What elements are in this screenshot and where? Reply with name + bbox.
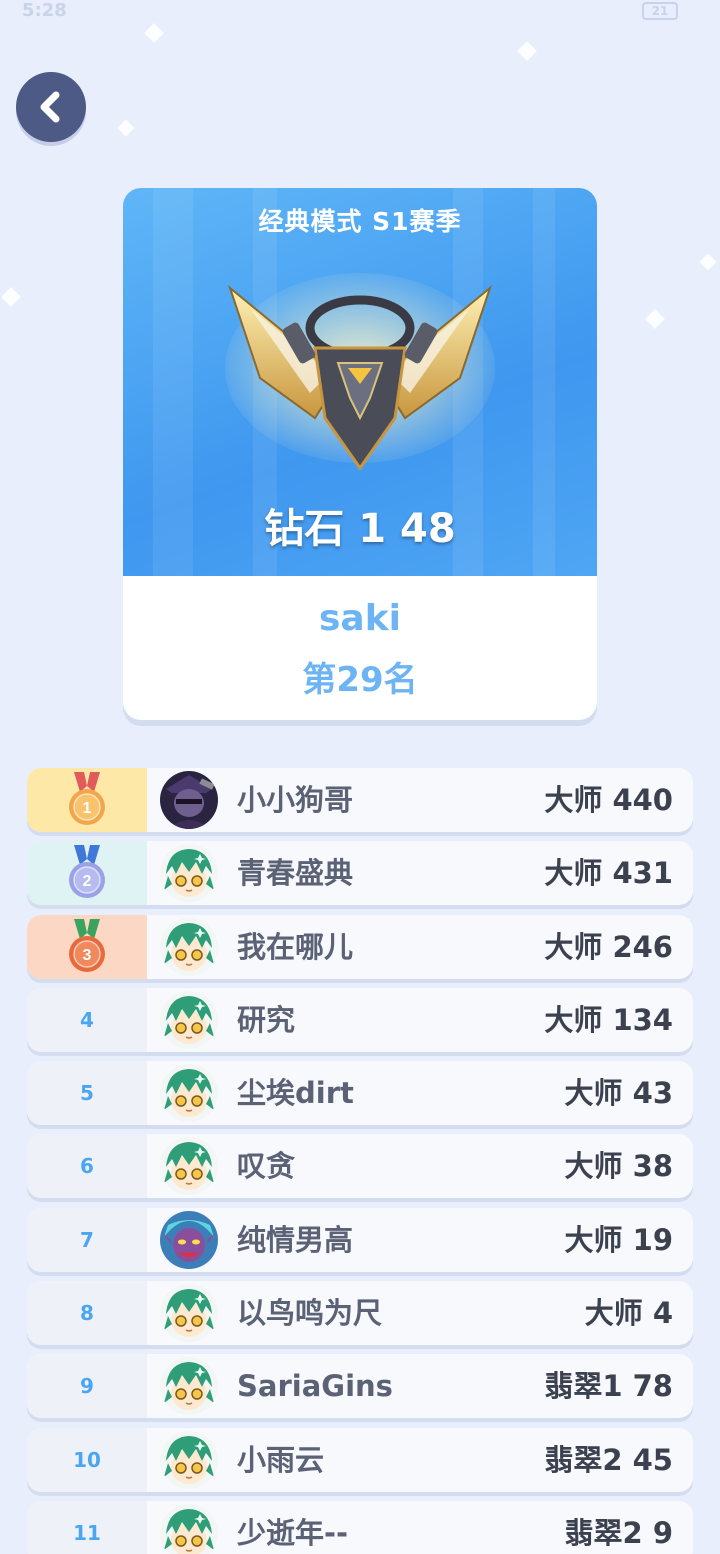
player-rank-score: 翡翠2 45 (544, 1442, 673, 1477)
rank-number: 6 (80, 1154, 94, 1179)
avatar[interactable] (160, 1137, 218, 1196)
svg-text:3: 3 (83, 947, 92, 964)
sparkle-decoration (645, 309, 665, 329)
avatar[interactable] (160, 1064, 218, 1123)
diamond-rank-emblem-icon (225, 273, 495, 471)
avatar[interactable] (160, 1357, 218, 1416)
leaderboard-list: 1 小小狗哥 大师 440 2 青春盛典 大师 431 3 我在哪儿 大师 246 4 研究 大师 1… (27, 768, 693, 1554)
rank-number: 10 (73, 1447, 101, 1472)
player-nickname: 尘埃dirt (237, 1076, 354, 1111)
leaderboard-row[interactable]: 8 以鸟鸣为尺 大师 4 (27, 1281, 693, 1346)
rank-cell: 2 (27, 841, 147, 906)
player-nickname: 以鸟鸣为尺 (237, 1296, 383, 1331)
player-rank-score: 大师 4 (584, 1296, 673, 1331)
player-nickname: 叹贪 (237, 1149, 296, 1184)
svg-text:2: 2 (83, 873, 92, 890)
player-name: saki (318, 598, 401, 639)
player-rank-score: 大师 19 (564, 1222, 673, 1257)
avatar-green-hair-icon (160, 1064, 218, 1123)
rank-number: 8 (80, 1301, 94, 1326)
svg-text:1: 1 (83, 800, 92, 817)
player-nickname: 小雨云 (237, 1442, 325, 1477)
player-nickname: 我在哪儿 (237, 929, 354, 964)
back-button[interactable] (16, 72, 86, 142)
rank-tier: 钻石 1 48 (264, 506, 456, 552)
player-rank-score: 大师 440 (544, 783, 673, 817)
avatar-demon-icon (160, 1210, 218, 1269)
sparkle-decoration (517, 41, 537, 61)
avatar[interactable] (160, 1284, 218, 1343)
leaderboard-row[interactable]: 10 小雨云 翡翠2 45 (27, 1427, 693, 1492)
avatar-green-hair-icon (160, 917, 218, 976)
avatar-green-hair-icon (160, 844, 218, 903)
leaderboard-row[interactable]: 4 研究 大师 134 (27, 987, 693, 1052)
rank-number: 11 (73, 1520, 101, 1545)
leaderboard-row[interactable]: 3 我在哪儿 大师 246 (27, 914, 693, 979)
avatar[interactable] (160, 990, 218, 1049)
medal-bronze-icon: 3 (69, 918, 105, 972)
rank-card-header: 经典模式 S1赛季 钻石 1 48 (123, 188, 597, 576)
rank-cell: 9 (27, 1354, 147, 1419)
leaderboard-row[interactable]: 5 尘埃dirt 大师 43 (27, 1061, 693, 1126)
sparkle-decoration (1, 287, 21, 307)
player-nickname: SariaGins (237, 1369, 393, 1404)
avatar[interactable] (160, 1430, 218, 1489)
avatar-green-hair-icon (160, 1503, 218, 1554)
avatar-green-hair-icon (160, 1137, 218, 1196)
leaderboard-row[interactable]: 6 叹贪 大师 38 (27, 1134, 693, 1199)
player-rank-score: 大师 246 (544, 929, 673, 964)
player-nickname: 纯情男高 (237, 1222, 354, 1257)
rank-number: 5 (80, 1081, 94, 1106)
medal-gold-icon: 1 (69, 772, 105, 825)
player-position: 第29名 (302, 660, 418, 700)
medal-silver-icon: 2 (69, 845, 105, 899)
status-time: 5:28 (22, 0, 67, 21)
sparkle-decoration (144, 23, 164, 43)
player-rank-score: 翡翠2 9 (564, 1515, 673, 1550)
avatar[interactable] (160, 1503, 218, 1554)
player-nickname: 小小狗哥 (237, 783, 354, 817)
avatar-green-hair-icon (160, 1357, 218, 1416)
player-nickname: 青春盛典 (237, 856, 354, 891)
rank-number: 9 (80, 1374, 94, 1399)
rank-cell: 7 (27, 1207, 147, 1272)
sparkle-decoration (117, 119, 135, 137)
season-title: 经典模式 S1赛季 (258, 207, 462, 236)
player-rank-score: 大师 38 (564, 1149, 673, 1184)
rank-cell: 10 (27, 1427, 147, 1492)
status-bar: 5:28 21 (0, 0, 720, 24)
avatar-villain-icon (160, 771, 218, 829)
rank-cell: 6 (27, 1134, 147, 1199)
rank-cell: 3 (27, 914, 147, 979)
player-nickname: 研究 (237, 1002, 296, 1037)
rank-card: 经典模式 S1赛季 钻石 1 48 saki 第29名 (123, 188, 597, 720)
avatar[interactable] (160, 917, 218, 976)
rank-cell: 8 (27, 1281, 147, 1346)
leaderboard-row[interactable]: 7 纯情男高 大师 19 (27, 1207, 693, 1272)
rank-cell: 11 (27, 1500, 147, 1554)
chevron-left-icon (40, 91, 60, 123)
avatar[interactable] (160, 1210, 218, 1269)
avatar[interactable] (160, 844, 218, 903)
avatar-green-hair-icon (160, 1284, 218, 1343)
avatar-green-hair-icon (160, 1430, 218, 1489)
rank-cell: 4 (27, 987, 147, 1052)
player-rank-score: 大师 431 (544, 856, 673, 891)
leaderboard-row[interactable]: 1 小小狗哥 大师 440 (27, 768, 693, 832)
avatar-green-hair-icon (160, 990, 218, 1049)
leaderboard-row[interactable]: 9 SariaGins 翡翠1 78 (27, 1354, 693, 1419)
rank-cell: 1 (27, 768, 147, 832)
player-nickname: 少逝年-- (237, 1515, 349, 1550)
battery-icon: 21 (642, 2, 678, 20)
player-rank-score: 大师 134 (544, 1002, 673, 1037)
rank-number: 7 (80, 1227, 94, 1252)
player-rank-score: 翡翠1 78 (544, 1369, 673, 1404)
avatar[interactable] (160, 771, 218, 829)
leaderboard-row[interactable]: 2 青春盛典 大师 431 (27, 841, 693, 906)
rank-cell: 5 (27, 1061, 147, 1126)
leaderboard-row[interactable]: 11 少逝年-- 翡翠2 9 (27, 1500, 693, 1554)
player-rank-score: 大师 43 (564, 1076, 673, 1111)
sparkle-decoration (699, 253, 717, 271)
rank-number: 4 (80, 1007, 94, 1032)
